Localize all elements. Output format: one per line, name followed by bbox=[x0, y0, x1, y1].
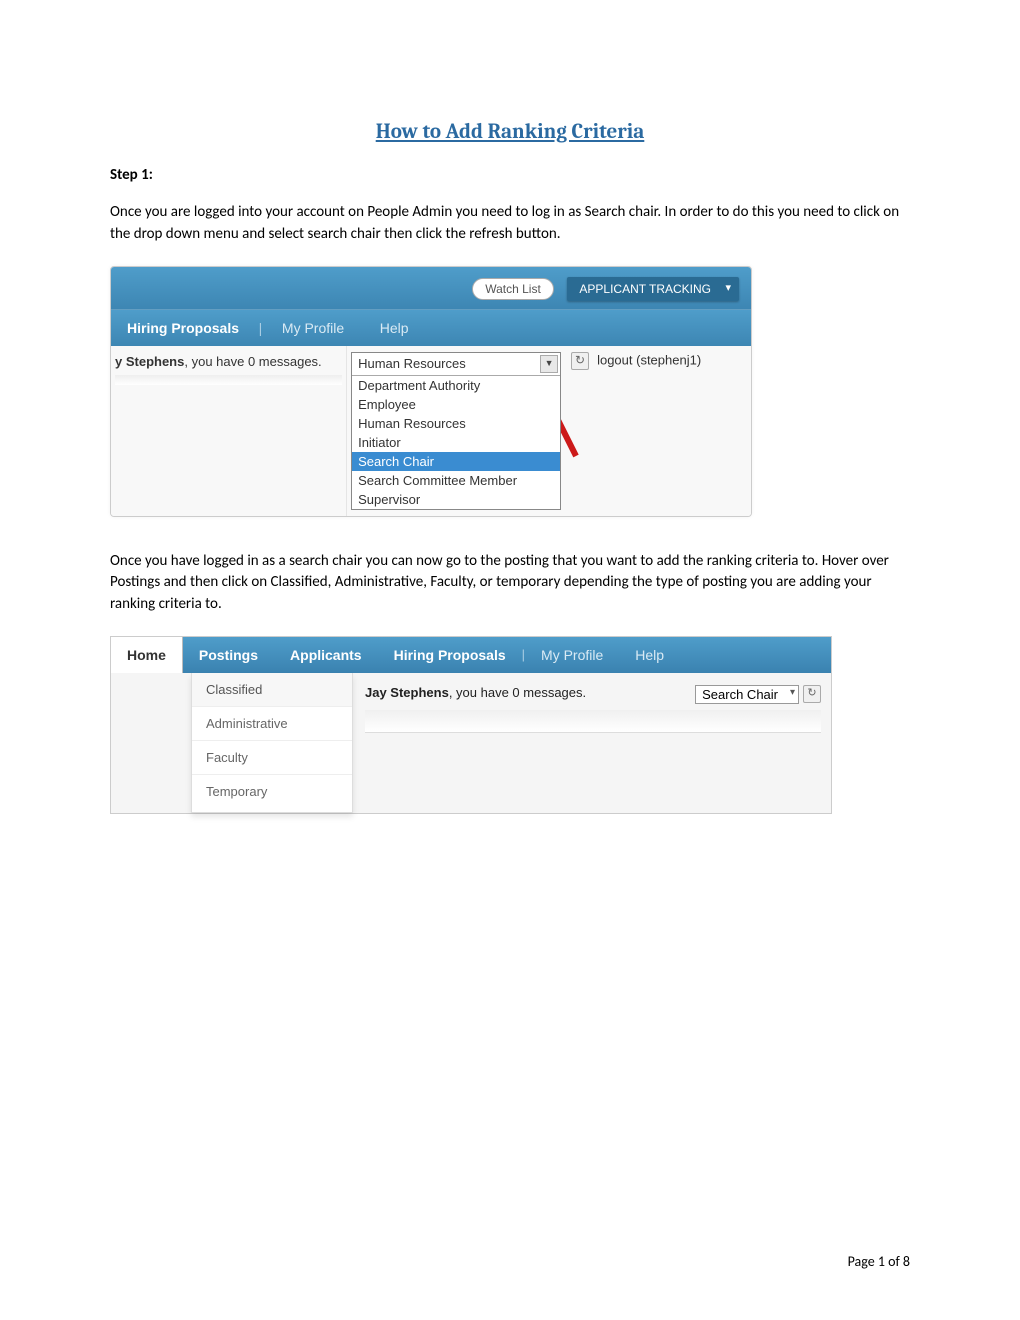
tab-my-profile[interactable]: My Profile bbox=[525, 637, 619, 673]
user-name: Jay Stephens bbox=[365, 685, 449, 700]
nav-help[interactable]: Help bbox=[364, 320, 425, 336]
tab-postings[interactable]: Postings bbox=[183, 637, 274, 673]
message-text: , you have 0 messages. bbox=[184, 354, 321, 369]
role-select[interactable]: Human Resources ▼ Department Authority E… bbox=[351, 352, 561, 510]
screenshot-1: Watch List APPLICANT TRACKING Hiring Pro… bbox=[110, 266, 752, 517]
role-option[interactable]: Initiator bbox=[352, 433, 560, 452]
paragraph-1: Once you are logged into your account on… bbox=[110, 202, 910, 246]
role-option-selected[interactable]: Search Chair bbox=[352, 452, 560, 471]
paragraph-2: Once you have logged in as a search chai… bbox=[110, 551, 910, 616]
logout-area: ↻ logout (stephenj1) bbox=[565, 346, 751, 516]
role-option[interactable]: Search Committee Member bbox=[352, 471, 560, 490]
menu-item-temporary[interactable]: Temporary bbox=[192, 775, 352, 808]
nav-bar-2: Home Postings Applicants Hiring Proposal… bbox=[111, 637, 831, 673]
tab-hiring-proposals[interactable]: Hiring Proposals bbox=[378, 637, 522, 673]
postings-dropdown-menu: Classified Administrative Faculty Tempor… bbox=[191, 673, 353, 813]
message-area: y Stephens, you have 0 messages. bbox=[111, 346, 347, 516]
refresh-icon[interactable]: ↻ bbox=[571, 352, 589, 370]
chevron-down-icon[interactable]: ▼ bbox=[540, 355, 558, 373]
applicant-tracking-dropdown[interactable]: APPLICANT TRACKING bbox=[567, 277, 739, 301]
role-select-value: Human Resources bbox=[358, 356, 466, 371]
logout-link[interactable]: logout (stephenj1) bbox=[597, 352, 701, 367]
menu-item-faculty[interactable]: Faculty bbox=[192, 741, 352, 775]
refresh-icon[interactable]: ↻ bbox=[803, 685, 821, 703]
role-option[interactable]: Supervisor bbox=[352, 490, 560, 509]
content-area: Jay Stephens, you have 0 messages. Searc… bbox=[353, 673, 831, 813]
role-select-2[interactable]: Search Chair bbox=[695, 685, 799, 704]
nav-hiring-proposals[interactable]: Hiring Proposals bbox=[111, 320, 255, 336]
top-bar: Watch List APPLICANT TRACKING bbox=[111, 267, 751, 309]
watch-list-button[interactable]: Watch List bbox=[472, 278, 554, 300]
role-select-current[interactable]: Human Resources ▼ bbox=[352, 353, 560, 376]
tab-home[interactable]: Home bbox=[111, 637, 183, 673]
nav-bar: Hiring Proposals | My Profile Help bbox=[111, 309, 751, 346]
user-name-fragment: y Stephens bbox=[115, 354, 184, 369]
tab-applicants[interactable]: Applicants bbox=[274, 637, 378, 673]
role-option[interactable]: Employee bbox=[352, 395, 560, 414]
message-text: , you have 0 messages. bbox=[449, 685, 586, 700]
screenshot-2: Home Postings Applicants Hiring Proposal… bbox=[110, 636, 832, 814]
nav-separator: | bbox=[259, 320, 263, 336]
user-message: Jay Stephens, you have 0 messages. bbox=[365, 685, 586, 700]
role-option[interactable]: Department Authority bbox=[352, 376, 560, 395]
role-select-area: Human Resources ▼ Department Authority E… bbox=[347, 346, 565, 516]
role-option[interactable]: Human Resources bbox=[352, 414, 560, 433]
menu-item-administrative[interactable]: Administrative bbox=[192, 707, 352, 741]
step-label: Step 1: bbox=[110, 166, 910, 184]
nav-my-profile[interactable]: My Profile bbox=[266, 320, 360, 336]
page-footer: Page 1 of 8 bbox=[848, 1253, 910, 1270]
page-title: How to Add Ranking Criteria bbox=[110, 120, 910, 144]
menu-item-classified[interactable]: Classified bbox=[192, 673, 352, 707]
tab-help[interactable]: Help bbox=[619, 637, 680, 673]
